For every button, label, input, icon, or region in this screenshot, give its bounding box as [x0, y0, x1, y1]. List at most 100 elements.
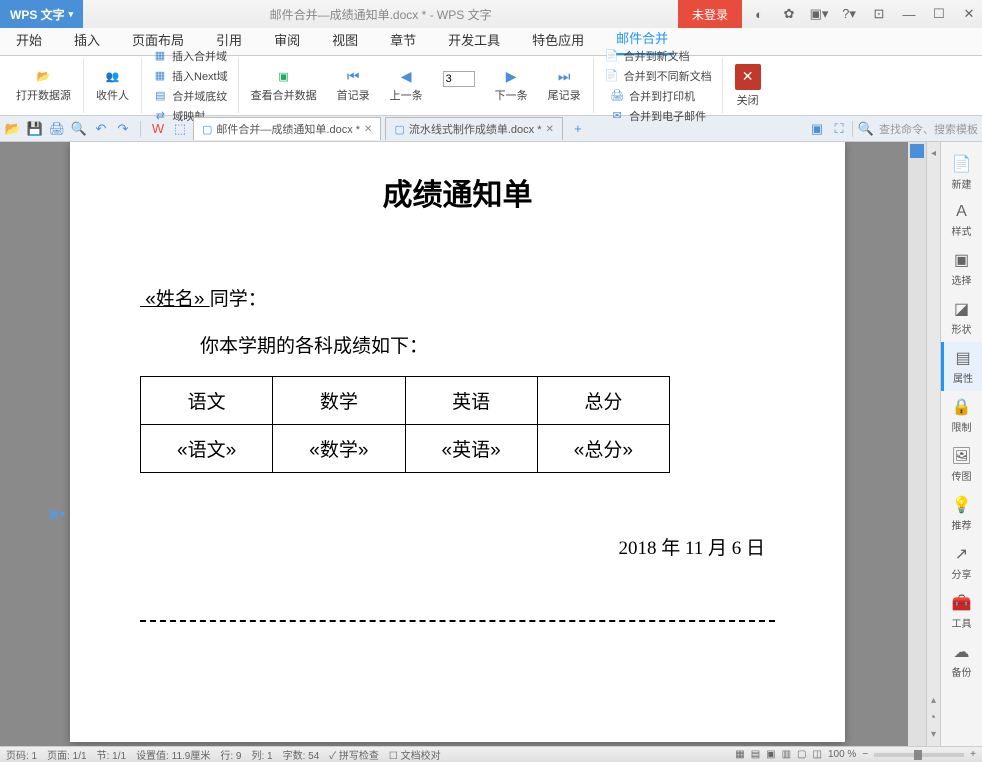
cube-icon[interactable]: ⬚ [171, 120, 189, 138]
open-datasource-button[interactable]: 📂 打开数据源 [10, 60, 77, 111]
side-backup[interactable]: ☁备份 [952, 636, 972, 685]
side-style[interactable]: A样式 [952, 197, 972, 244]
skin-icon[interactable]: ▣▾ [806, 0, 832, 28]
status-spellcheck[interactable]: ✓ 拼写检查 [329, 747, 379, 762]
minimize-button[interactable]: — [896, 0, 922, 28]
menu-insert[interactable]: 插入 [68, 24, 106, 55]
up-icon[interactable]: ▴ [931, 695, 936, 706]
record-input[interactable] [443, 71, 475, 87]
doc-name-line: «姓名» 同学： [140, 284, 775, 311]
status-docproof[interactable]: ☐ 文档校对 [389, 747, 441, 762]
view-mode-4-icon[interactable]: ▥ [782, 749, 791, 760]
menu-start[interactable]: 开始 [10, 24, 48, 55]
side-select[interactable]: ▣选择 [952, 244, 972, 293]
prev-record-button[interactable]: ◀ 上一条 [384, 60, 429, 111]
status-setvalue[interactable]: 设置值: 11.9厘米 [136, 747, 210, 762]
dot-icon[interactable]: • [932, 712, 936, 723]
recipients-button[interactable]: 👥 收件人 [90, 60, 135, 111]
prev-icon: ◀ [398, 69, 414, 85]
merge-field-shading-button[interactable]: ▤合并域底纹 [152, 88, 227, 104]
status-col[interactable]: 列: 1 [251, 747, 272, 762]
merge-printer-button[interactable]: 🖨合并到打印机 [609, 88, 706, 104]
close-tab-icon[interactable]: ✕ [545, 124, 553, 135]
view-mode-3-icon[interactable]: ▣ [766, 749, 775, 760]
print-icon[interactable]: 🖨 [48, 120, 66, 138]
status-section[interactable]: 节: 1/1 [97, 747, 126, 762]
side-tools[interactable]: 🧰工具 [952, 587, 972, 636]
redo-icon[interactable]: ↷ [114, 120, 132, 138]
view-mode-1-icon[interactable]: ▦ [735, 749, 744, 760]
document-area[interactable]: 成绩通知单 «姓名» 同学： 你本学期的各科成绩如下： 语文 数学 英语 总分 … [0, 142, 908, 746]
field-icon: ▦ [152, 48, 168, 64]
close-window-button[interactable]: ✕ [956, 0, 982, 28]
maximize-button[interactable]: ☐ [926, 0, 952, 28]
next-icon: ▶ [503, 69, 519, 85]
side-property[interactable]: ▤属性 [941, 342, 982, 391]
fullscreen-icon[interactable]: ⛶ [830, 120, 848, 138]
side-restrict[interactable]: 🔒限制 [952, 391, 972, 440]
status-page[interactable]: 页码: 1 [6, 747, 37, 762]
sync-icon[interactable]: ◐ [746, 0, 772, 28]
menu-review[interactable]: 审阅 [268, 24, 306, 55]
preview-icon[interactable]: 🔍 [70, 120, 88, 138]
menu-devtools[interactable]: 开发工具 [442, 24, 506, 55]
status-pages[interactable]: 页面: 1/1 [47, 747, 86, 762]
side-share[interactable]: ↗分享 [952, 538, 972, 587]
doc-icon: ▢ [394, 123, 404, 136]
ribbon-group-recipients: 👥 收件人 [84, 58, 142, 113]
title-bar-right: 未登录 ◐ ✿ ▣▾ ?▾ ⊡ — ☐ ✕ [678, 0, 982, 28]
wps-logo-icon[interactable]: W [149, 120, 167, 138]
menu-chapter[interactable]: 章节 [384, 24, 422, 55]
slider-knob[interactable] [914, 750, 922, 760]
view-mode-5-icon[interactable]: ▢ [797, 749, 806, 760]
side-expand-bar[interactable]: ◂ ▴ • ▾ [926, 142, 940, 746]
page-break-marker[interactable]: ▣▾ [48, 507, 65, 521]
doc-tab-1[interactable]: ▢ 邮件合并—成绩通知单.docx * ✕ [193, 117, 381, 140]
ribbon-toggle-icon[interactable]: ⊡ [866, 0, 892, 28]
merge-new-doc-button[interactable]: 📄合并到新文档 [604, 48, 712, 64]
doc-tab-2[interactable]: ▢ 流水线式制作成绩单.docx * ✕ [385, 117, 562, 140]
merge-diff-doc-button[interactable]: 📄合并到不同新文档 [604, 68, 712, 84]
status-row[interactable]: 行: 9 [220, 747, 241, 762]
vertical-scrollbar[interactable] [908, 142, 926, 746]
insert-next-field-button[interactable]: ▦插入Next域 [152, 68, 228, 84]
help-icon[interactable]: ?▾ [836, 0, 862, 28]
first-record-button[interactable]: ⏮ 首记录 [331, 60, 376, 111]
email-icon: ✉ [609, 108, 625, 124]
collapse-icon[interactable]: ◂ [931, 148, 936, 159]
table-header: 语文 [141, 377, 273, 425]
workspace: 成绩通知单 «姓名» 同学： 你本学期的各科成绩如下： 语文 数学 英语 总分 … [0, 142, 982, 746]
add-tab-button[interactable]: + [569, 120, 587, 138]
view-merge-data-button[interactable]: ▣ 查看合并数据 [245, 60, 323, 111]
side-shape[interactable]: ◪形状 [952, 293, 972, 342]
status-chars[interactable]: 字数: 54 [283, 747, 320, 762]
close-tab-icon[interactable]: ✕ [364, 124, 372, 135]
menu-view[interactable]: 视图 [326, 24, 364, 55]
view-mode-6-icon[interactable]: ◫ [813, 749, 822, 760]
gear-icon[interactable]: ✿ [776, 0, 802, 28]
view-icon[interactable]: ▣ [808, 120, 826, 138]
undo-icon[interactable]: ↶ [92, 120, 110, 138]
close-mailmerge-button[interactable]: ✕ 关闭 [729, 60, 767, 111]
next-record-button[interactable]: ▶ 下一条 [489, 60, 534, 111]
insert-merge-field-button[interactable]: ▦插入合并域 [152, 48, 228, 64]
side-image[interactable]: 🖼传图 [951, 440, 971, 489]
side-recommend[interactable]: 💡推荐 [952, 489, 972, 538]
view-mode-2-icon[interactable]: ▤ [751, 749, 760, 760]
zoom-value[interactable]: 100 % [828, 749, 856, 760]
search-input[interactable]: 查找命令、搜索模板 [879, 121, 978, 137]
zoom-slider[interactable] [874, 753, 964, 757]
doc-icon: ▢ [202, 123, 212, 136]
last-record-button[interactable]: ⏭ 尾记录 [542, 60, 587, 111]
merge-email-button[interactable]: ✉合并到电子邮件 [609, 108, 706, 124]
menu-special[interactable]: 特色应用 [526, 24, 590, 55]
down-icon[interactable]: ▾ [931, 729, 936, 740]
login-button[interactable]: 未登录 [678, 0, 742, 28]
zoom-in-button[interactable]: + [970, 749, 976, 760]
first-icon: ⏮ [345, 69, 361, 85]
open-icon[interactable]: 📂 [4, 120, 22, 138]
search-icon[interactable]: 🔍 [857, 120, 875, 138]
save-icon[interactable]: 💾 [26, 120, 44, 138]
side-new[interactable]: 📄新建 [952, 148, 972, 197]
zoom-out-button[interactable]: − [862, 749, 868, 760]
